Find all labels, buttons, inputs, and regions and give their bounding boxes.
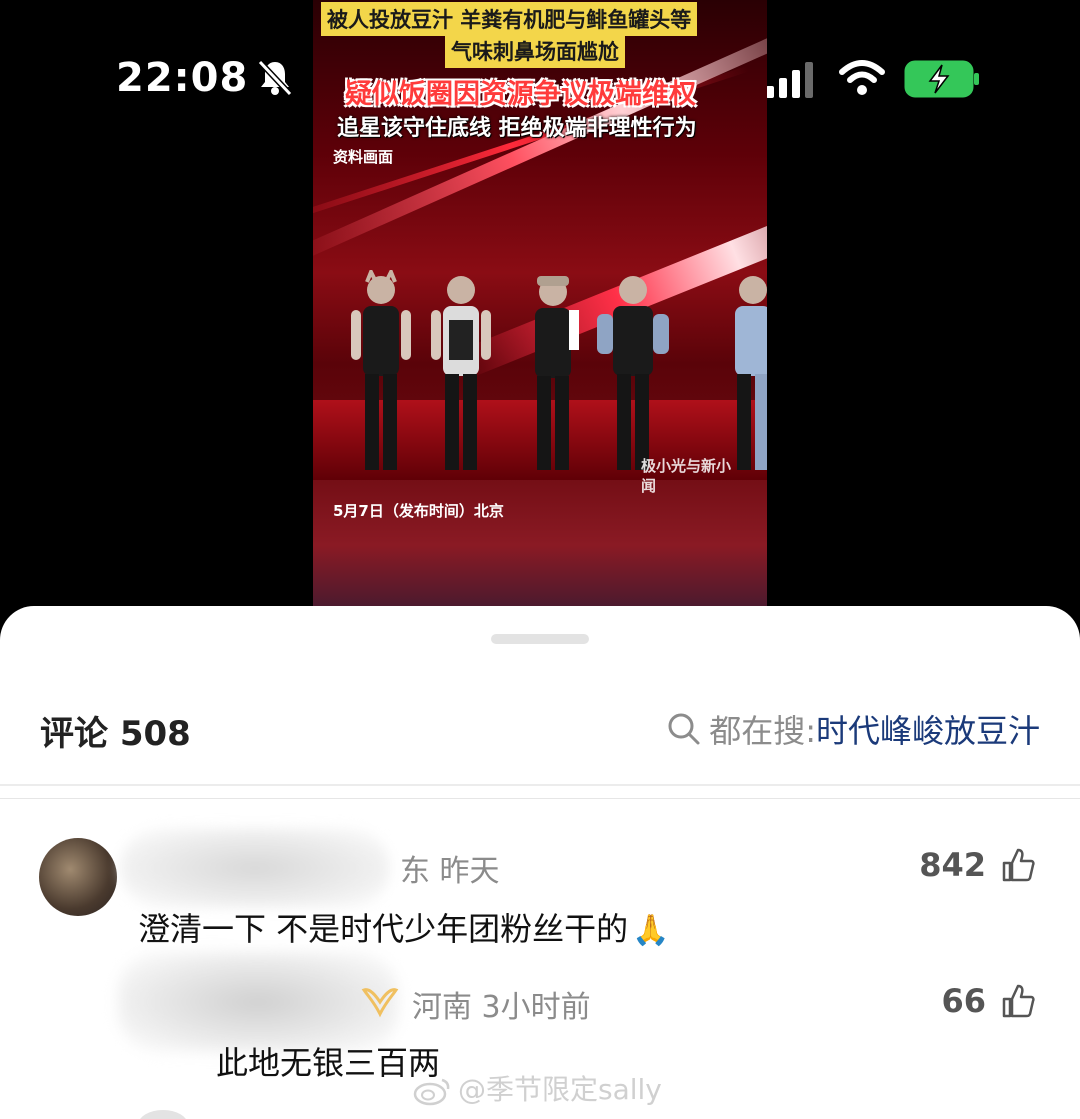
divider [0,798,1080,799]
video-subheadline: 追星该守住底线 拒绝极端非理性行为 [337,116,697,141]
bell-muted-icon [257,59,293,97]
like-count: 66 [941,982,986,1020]
reply-text: 此地无银三百两 [216,1044,441,1082]
comments-count-title: 评论 508 [40,714,191,754]
fan-badge-icon [361,988,399,1018]
weibo-logo-icon [413,1078,450,1106]
video-watermark: 极小光与新小闻 [641,457,732,495]
performer-figure [431,276,491,470]
like-count: 842 [919,846,986,884]
video-date-label: 5月7日（发布时间）北京 [333,502,504,520]
video-caption-line1: 被人投放豆汁 羊粪有机肥与鲱鱼罐头等 [321,2,698,36]
divider [0,784,1080,786]
search-prefix-label: 都在搜: [709,712,816,750]
weibo-watermark: @季节限定sally [412,1068,662,1108]
performer-figure [351,270,411,470]
comments-sheet: 评论 508 都在搜: 时代峰峻放豆汁 东 昨天 842 澄清一下 不是时代少年… [0,606,1080,1119]
comment-text-body: 澄清一下 不是时代少年团粉丝干的 [138,910,629,948]
avatar[interactable] [138,1110,188,1119]
status-time: 22:08 [116,55,249,101]
cellular-signal-icon [766,62,813,98]
reply-meta: 河南 3小时前 [412,990,591,1025]
search-term-link[interactable]: 时代峰峻放豆汁 [816,706,1040,752]
avatar[interactable] [39,838,117,916]
performer-figure [535,276,579,470]
video-player[interactable]: 被人投放豆汁 羊粪有机肥与鲱鱼罐头等 气味刺鼻场面尴尬 疑似饭圈因资源争议极端维… [313,0,767,606]
search-icon [668,713,700,745]
battery-charging-icon [904,60,979,98]
thumbs-up-icon [1002,848,1035,882]
watermark-text: @季节限定sally [458,1073,662,1106]
trending-search[interactable]: 都在搜: 时代峰峻放豆汁 [667,706,1040,752]
performer-figure [735,276,767,470]
video-caption-line2: 气味刺鼻场面尴尬 [445,34,625,68]
sheet-drag-handle[interactable] [491,634,589,644]
like-button[interactable]: 842 [919,846,1036,884]
blurred-reply-username [118,952,398,1052]
thumbs-up-icon [1002,984,1035,1018]
performer-figure [597,276,669,470]
blurred-username [120,828,390,908]
comment-meta: 东 昨天 [400,854,500,889]
wifi-icon [839,60,885,95]
video-headline: 疑似饭圈因资源争议极端维权 [345,79,696,110]
praying-hands-emoji: 🙏 [632,913,670,948]
video-archive-label: 资料画面 [333,148,394,166]
comment-text: 澄清一下 不是时代少年团粉丝干的 🙏 [138,904,670,950]
like-button[interactable]: 66 [941,982,1036,1020]
